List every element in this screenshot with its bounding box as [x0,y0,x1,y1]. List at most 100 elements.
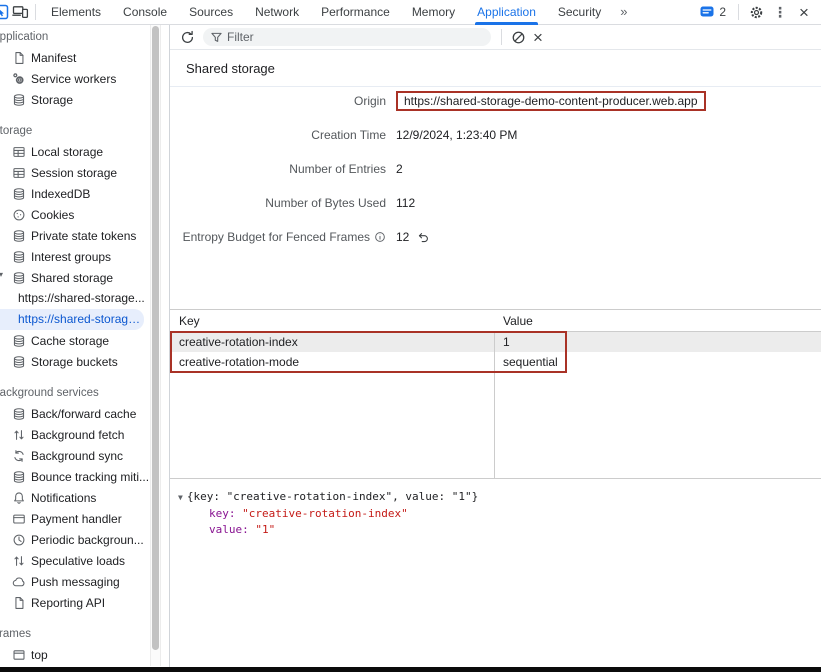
prop-value: "1" [255,523,275,536]
clock-icon [12,533,26,547]
inspect-element-icon[interactable] [0,0,9,24]
table-row-creative-rotation-mode[interactable]: creative-rotation-modesequential [170,352,821,372]
device-toolbar-icon[interactable] [9,0,31,24]
sidebar-item-back-forward-cache[interactable]: Back/forward cache [0,403,162,424]
sidebar-item-payment-handler[interactable]: Payment handler [0,508,162,529]
sidebar-item-label: Storage [31,93,73,107]
tabbar-separator [738,4,739,20]
sidebar-item-storage-buckets[interactable]: Storage buckets [0,351,162,372]
column-header-value[interactable]: Value [494,314,821,328]
tab-sources[interactable]: Sources [178,0,244,25]
info-icon[interactable] [374,231,386,243]
sidebar-item-storage[interactable]: Storage [0,89,162,110]
field-label-cell: Origin [170,94,386,108]
field-row-creation-time: Creation Time12/9/2024, 1:23:40 PM [170,118,821,152]
issues-button[interactable]: 2 [694,5,732,19]
tab-performance[interactable]: Performance [310,0,401,25]
sidebar-item-https-shared-storage[interactable]: https://shared-storage... [0,309,144,330]
tab-strip: ElementsConsoleSourcesNetworkPerformance… [40,0,612,25]
field-value-annotated: https://shared-storage-demo-content-prod… [396,91,706,111]
sidebar-item-label: Manifest [31,51,76,65]
field-value-cell: 12 [396,230,430,244]
close-devtools-icon[interactable]: × [793,0,815,24]
sidebar-item-bounce-tracking-miti[interactable]: Bounce tracking miti... [0,466,162,487]
sidebar-item-label: IndexedDB [31,187,90,201]
settings-gear-icon[interactable] [745,0,767,24]
field-value: 2 [396,162,403,176]
database-icon [12,407,26,421]
field-value-cell: 112 [396,196,415,210]
frame-icon [12,648,26,662]
entries-table: Key Value creative-rotation-index1creati… [170,309,821,478]
more-tabs-button[interactable]: » [612,0,635,24]
tab-security[interactable]: Security [547,0,612,25]
cell-key: creative-rotation-index [170,335,494,349]
sidebar-item-cache-storage[interactable]: Cache storage [0,330,162,351]
tab-console[interactable]: Console [112,0,178,25]
expander-caret-icon[interactable]: ▼ [178,490,183,506]
storage-metadata: Origin https://shared-storage-demo-conten… [170,84,821,254]
refresh-icon[interactable] [177,26,197,48]
tab-network[interactable]: Network [244,0,310,25]
cloud-icon [12,575,26,589]
cookie-icon [12,208,26,222]
issues-badge-icon [700,6,714,19]
sidebar-item-background-fetch[interactable]: Background fetch [0,424,162,445]
sidebar-item-label: Shared storage [31,271,113,285]
reset-budget-icon[interactable] [417,231,430,244]
tab-application[interactable]: Application [466,0,547,25]
sidebar-item-background-sync[interactable]: Background sync [0,445,162,466]
updown-arrows-icon [12,428,26,442]
field-value-cell: 12/9/2024, 1:23:40 PM [396,128,517,142]
sidebar-item-speculative-loads[interactable]: Speculative loads [0,550,162,571]
sidebar-scrollbar[interactable] [150,25,161,666]
field-value: 112 [396,196,415,210]
database-icon [12,93,26,107]
database-icon [12,334,26,348]
field-row-number-of-entries: Number of Entries 2 [170,152,821,186]
delete-selected-icon[interactable]: × [528,26,548,48]
cell-value: 1 [494,335,821,349]
field-value-cell: 2 [396,162,403,176]
sidebar-item-label: Back/forward cache [31,407,136,421]
column-header-key[interactable]: Key [170,314,494,328]
sidebar-item-shared-storage[interactable]: ▾ Shared storage [0,267,162,288]
tabbar-right-controls: 2 ⋮ × [694,0,815,24]
sidebar-item-push-messaging[interactable]: Push messaging [0,571,162,592]
sidebar-item-periodic-backgroun[interactable]: Periodic backgroun... [0,529,162,550]
sidebar-item-top[interactable]: top [0,644,162,665]
document-icon [12,596,26,610]
sidebar-item-manifest[interactable]: Manifest [0,47,162,68]
cell-value: sequential [494,355,821,369]
sidebar-item-label: top [31,648,48,662]
sidebar-item-session-storage[interactable]: Session storage [0,162,162,183]
tab-memory[interactable]: Memory [401,0,466,25]
preview-summary-text: {key: "creative-rotation-index", value: … [187,489,478,505]
window-bottom-edge [0,667,821,672]
field-row-entropy-budget-for-fenced-frames: Entropy Budget for Fenced Frames 12 [170,220,821,254]
sidebar-item-local-storage[interactable]: Local storage [0,141,162,162]
tab-elements[interactable]: Elements [40,0,112,25]
clear-block-icon[interactable] [508,26,528,48]
sidebar-item-https-shared-storage[interactable]: https://shared-storage... [0,288,162,309]
sidebar-item-private-state-tokens[interactable]: Private state tokens [0,225,162,246]
sidebar-scrollbar-thumb[interactable] [152,26,159,650]
field-label: Number of Entries [289,162,386,176]
sidebar-item-service-workers[interactable]: Service workers [0,68,162,89]
sidebar-item-label: Storage buckets [31,355,118,369]
field-value: 12 [396,230,409,244]
table-row-creative-rotation-index[interactable]: creative-rotation-index1 [170,332,821,352]
sidebar-item-cookies[interactable]: Cookies [0,204,162,225]
sidebar-item-label: Payment handler [31,512,122,526]
expander-caret-icon[interactable]: ▾ [0,270,3,279]
sidebar-item-indexeddb[interactable]: IndexedDB [0,183,162,204]
sidebar-item-interest-groups[interactable]: Interest groups [0,246,162,267]
kebab-menu-icon[interactable]: ⋮ [769,0,791,24]
field-label-cell: Number of Bytes Used [170,196,386,210]
field-value: 12/9/2024, 1:23:40 PM [396,128,517,142]
sidebar-item-notifications[interactable]: Notifications [0,487,162,508]
sidebar-tree: ApplicationManifestService workersStorag… [0,25,162,665]
field-label: Entropy Budget for Fenced Frames [183,230,370,244]
filter-input[interactable] [227,30,483,44]
sidebar-item-reporting-api[interactable]: Reporting API [0,592,162,613]
